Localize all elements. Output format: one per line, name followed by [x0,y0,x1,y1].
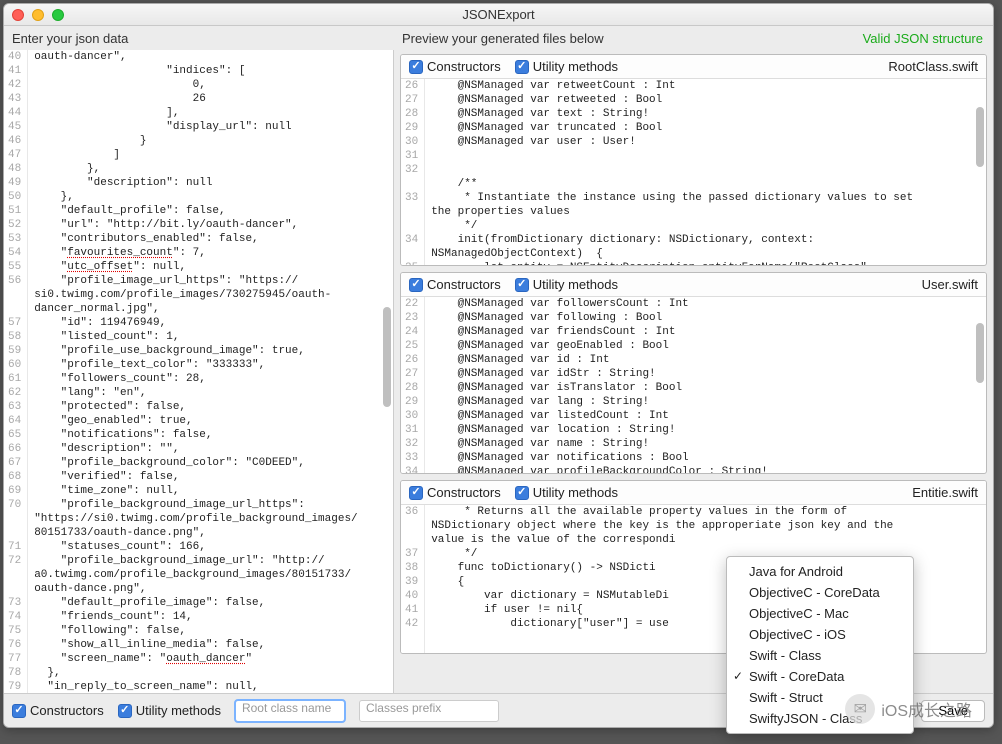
json-status: Valid JSON structure [863,31,993,46]
center-header: Preview your generated files below [394,31,863,46]
scrollbar-thumb[interactable] [976,107,984,167]
file-name: RootClass.swift [888,59,978,74]
scrollbar-thumb[interactable] [383,307,391,407]
file-name: User.swift [922,277,978,292]
dropdown-item[interactable]: ObjectiveC - Mac [727,603,913,624]
code-preview[interactable]: 26 27 28 29 30 31 32 33 34 35 36 @NSMana… [401,79,986,265]
dropdown-item[interactable]: Swift - Class [727,645,913,666]
footer-utility-check[interactable]: Utility methods [118,703,221,718]
close-icon[interactable] [12,9,24,21]
utility-check[interactable]: Utility methods [515,277,618,292]
utility-label: Utility methods [533,277,618,292]
preview-panel-2: Constructors Utility methods User.swift … [400,272,987,474]
line-gutter: 40 41 42 43 44 45 46 47 48 49 50 51 52 5… [4,50,28,693]
constructors-label: Constructors [30,703,104,718]
checkbox-icon[interactable] [515,60,529,74]
json-text[interactable]: oauth-dancer", "indices": [ 0, 26 ], "di… [28,50,393,693]
line-gutter: 22 23 24 25 26 27 28 29 30 31 32 33 34 3… [401,297,425,473]
file-name: Entitie.swift [912,485,978,500]
checkbox-icon[interactable] [12,704,26,718]
watermark-text: iOS成长之路 [881,697,972,721]
utility-label: Utility methods [533,485,618,500]
checkbox-icon[interactable] [409,278,423,292]
watermark: ✉ iOS成长之路 [845,694,972,724]
utility-label: Utility methods [533,59,618,74]
wechat-icon: ✉ [845,694,875,724]
traffic-lights [12,9,64,21]
checkbox-icon[interactable] [118,704,132,718]
constructors-label: Constructors [427,485,501,500]
prefix-input[interactable]: Classes prefix [359,700,499,722]
checkbox-icon[interactable] [409,60,423,74]
titlebar[interactable]: JSONExport [4,4,993,26]
root-class-input[interactable]: Root class name [235,700,345,722]
placeholder-text: Classes prefix [366,701,441,715]
line-gutter: 36 37 38 39 40 41 42 [401,505,425,653]
checkbox-icon[interactable] [409,486,423,500]
constructors-label: Constructors [427,277,501,292]
checkbox-icon[interactable] [515,278,529,292]
dropdown-item[interactable]: Swift - CoreData [727,666,913,687]
placeholder-text: Root class name [242,701,331,715]
utility-check[interactable]: Utility methods [515,59,618,74]
zoom-icon[interactable] [52,9,64,21]
window-title: JSONExport [4,7,993,22]
code-text: @NSManaged var followersCount : Int @NSM… [425,297,986,473]
panel-header: Constructors Utility methods User.swift [401,273,986,297]
json-input-pane[interactable]: 40 41 42 43 44 45 46 47 48 49 50 51 52 5… [4,50,394,693]
code-text: @NSManaged var retweetCount : Int @NSMan… [425,79,986,265]
dropdown-item[interactable]: Java for Android [727,561,913,582]
json-editor[interactable]: 40 41 42 43 44 45 46 47 48 49 50 51 52 5… [4,50,393,693]
footer-constructors-check[interactable]: Constructors [12,703,104,718]
checkbox-icon[interactable] [515,486,529,500]
preview-panel-1: Constructors Utility methods RootClass.s… [400,54,987,266]
panel-header: Constructors Utility methods RootClass.s… [401,55,986,79]
code-preview[interactable]: 22 23 24 25 26 27 28 29 30 31 32 33 34 3… [401,297,986,473]
dropdown-item[interactable]: ObjectiveC - iOS [727,624,913,645]
constructors-check[interactable]: Constructors [409,277,501,292]
constructors-label: Constructors [427,59,501,74]
utility-check[interactable]: Utility methods [515,485,618,500]
scrollbar-thumb[interactable] [976,323,984,383]
left-header: Enter your json data [4,31,394,46]
minimize-icon[interactable] [32,9,44,21]
utility-label: Utility methods [136,703,221,718]
section-headers: Enter your json data Preview your genera… [4,26,993,50]
constructors-check[interactable]: Constructors [409,485,501,500]
dropdown-item[interactable]: ObjectiveC - CoreData [727,582,913,603]
constructors-check[interactable]: Constructors [409,59,501,74]
panel-header: Constructors Utility methods Entitie.swi… [401,481,986,505]
line-gutter: 26 27 28 29 30 31 32 33 34 35 36 [401,79,425,265]
